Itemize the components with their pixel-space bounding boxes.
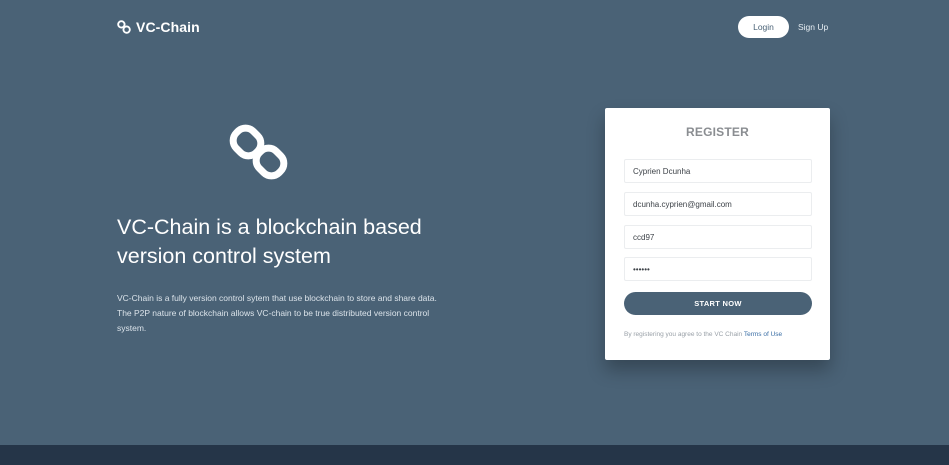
signup-link[interactable]: Sign Up (798, 21, 828, 33)
terms-of-use-link[interactable]: Terms of Use (744, 331, 782, 338)
brand-name: VC-Chain (136, 19, 200, 35)
brand-logo[interactable]: VC-Chain (117, 17, 200, 37)
name-input[interactable] (624, 159, 812, 183)
register-card: REGISTER START NOW By registering you ag… (605, 108, 830, 360)
link-icon (229, 124, 288, 180)
link-icon (117, 20, 131, 34)
username-input[interactable] (624, 225, 812, 249)
terms-notice: By registering you agree to the VC Chain… (624, 330, 824, 339)
start-now-button[interactable]: START NOW (624, 292, 812, 315)
register-title: REGISTER (686, 125, 749, 139)
terms-text: By registering you agree to the VC Chain (624, 331, 744, 338)
login-button[interactable]: Login (738, 16, 789, 38)
hero-title: VC-Chain is a blockchain based version c… (117, 215, 422, 268)
hero-description: VC-Chain is a fully version control syte… (117, 293, 437, 333)
email-input[interactable] (624, 192, 812, 216)
footer-bar (0, 445, 949, 465)
password-input[interactable] (624, 257, 812, 281)
